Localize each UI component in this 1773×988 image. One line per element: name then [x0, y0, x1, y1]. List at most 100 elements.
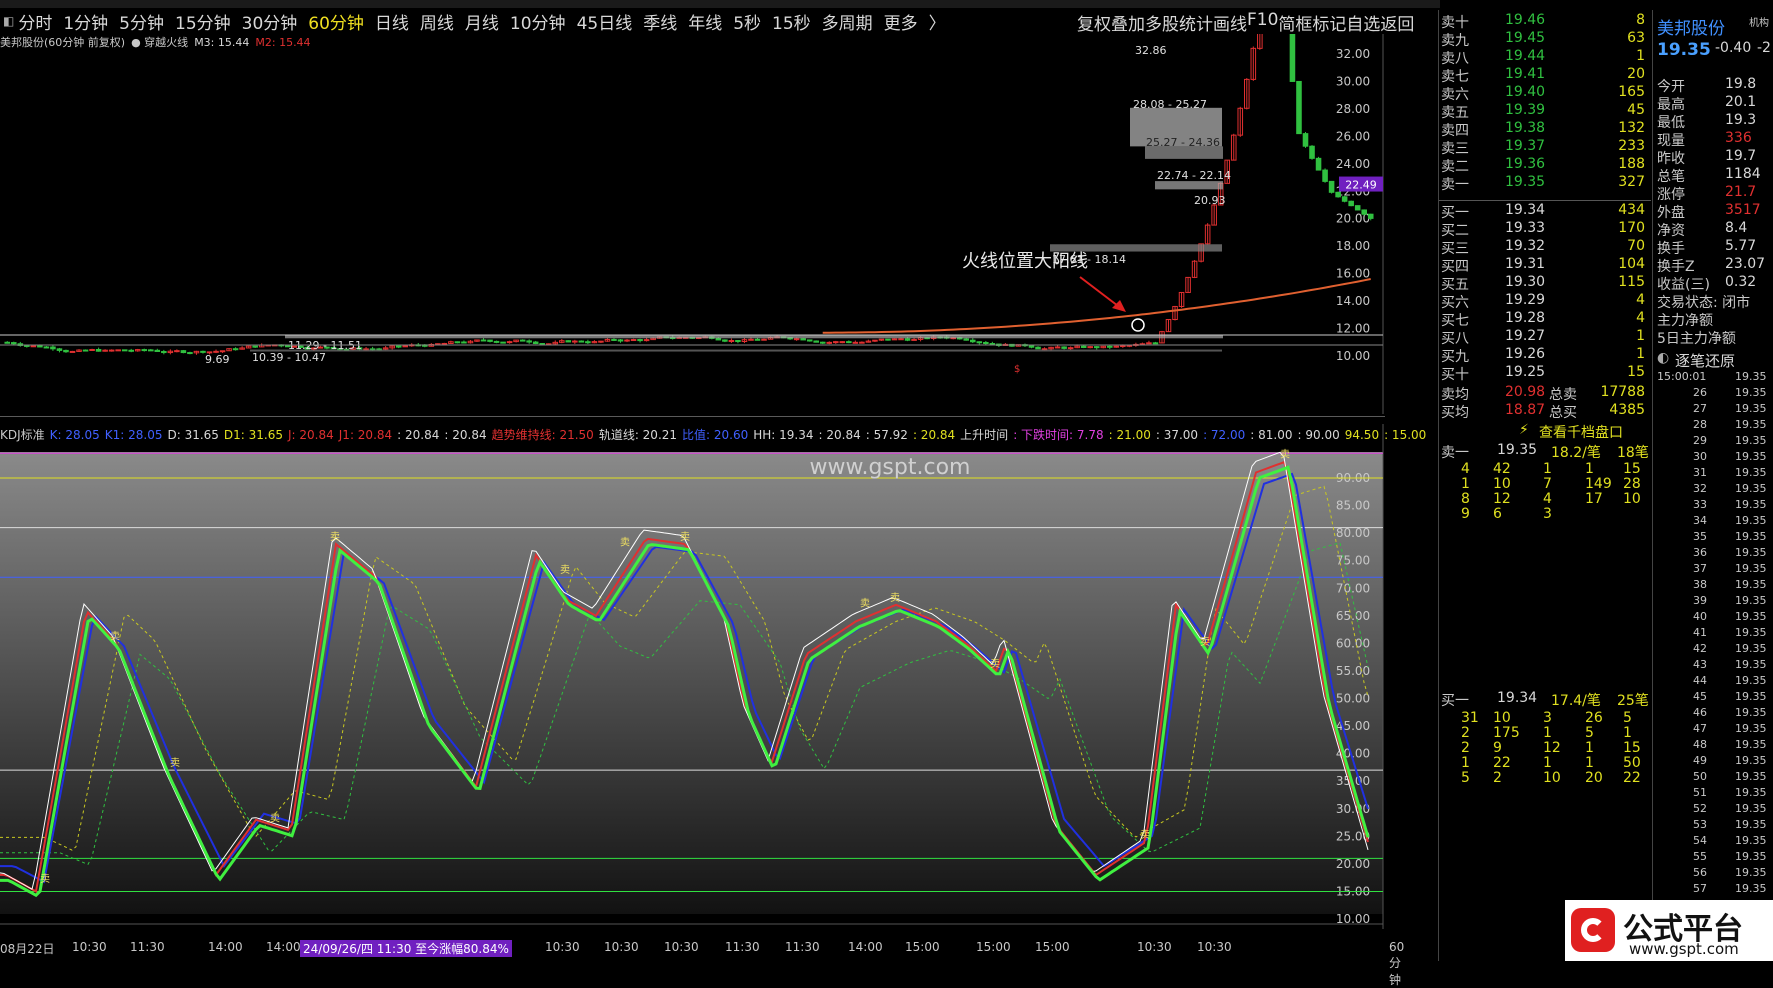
sell-marker: 卖: [40, 873, 50, 885]
candle-body: [963, 338, 970, 341]
buy1-head: 买一 19.34 17.4/笔 25笔: [1439, 690, 1651, 709]
time-label-13: 15:00: [976, 940, 1011, 954]
bid-row-1: 买二 19.33 170: [1439, 220, 1651, 239]
info-price-col-1: -0.40: [1715, 40, 1752, 56]
menu-item-7[interactable]: 周线: [420, 9, 454, 34]
gap-label-2: 25.27 - 24.36: [1146, 136, 1220, 149]
menu-item-2[interactable]: 5分钟: [119, 9, 164, 34]
menu-item-0[interactable]: 分时: [18, 9, 52, 34]
menu-item-14[interactable]: 15秒: [772, 9, 811, 34]
sell1-detail-0-col-4: 15: [1623, 461, 1641, 477]
menu-item-3[interactable]: 15分钟: [175, 9, 231, 34]
candle-body: [885, 338, 891, 341]
tick-row-29: 55 19.35: [1653, 850, 1773, 865]
buy1-detail-2-col-1: 9: [1493, 740, 1502, 756]
menu-item-5[interactable]: 60分钟: [308, 9, 364, 34]
ask-row-7-col-2: 233: [1618, 138, 1645, 154]
sell1-head-col-1: 19.35: [1497, 442, 1538, 458]
info-row-8-col-1: 8.4: [1725, 220, 1748, 236]
low-label: 9.69: [205, 353, 230, 366]
candlestick-chart[interactable]: 32.0030.0028.0026.0024.0022.0020.0018.00…: [0, 34, 1385, 414]
order-book-panel: 卖十 19.46 8 卖九 19.45 63 卖八 19.44 1 卖七 19.41 20 卖六 19.4…: [1438, 10, 1651, 961]
menu-item-10[interactable]: 45日线: [577, 9, 633, 34]
price-tick-label: 12.00: [1336, 322, 1370, 336]
menu-right-item-5[interactable]: F10: [1247, 10, 1278, 32]
bid-row-0-col-1: 19.34: [1505, 202, 1546, 218]
candle-body: [1028, 345, 1035, 348]
candle-body: [219, 350, 226, 353]
menu-right-item-6[interactable]: 简框: [1278, 10, 1312, 35]
menu-right-item-0[interactable]: 复权: [1077, 10, 1111, 35]
candle-body: [852, 341, 859, 344]
buy1-detail-3-col-4: 50: [1623, 755, 1641, 771]
candle-body: [1315, 157, 1322, 171]
tick-row-25: 51 19.35: [1653, 786, 1773, 801]
menu-right-item-2[interactable]: 多股: [1145, 10, 1179, 35]
buy1-detail-0-col-4: 5: [1623, 710, 1632, 726]
sell-marker: 卖: [890, 592, 900, 604]
info-row-6-col-0: 涨停: [1657, 187, 1685, 203]
candle-body: [493, 340, 500, 343]
menu-item-6[interactable]: 日线: [375, 9, 409, 34]
menu-right-item-9[interactable]: 返回: [1380, 10, 1414, 35]
menu-item-9[interactable]: 10分钟: [510, 9, 566, 34]
top-strip: [0, 0, 1440, 8]
menu-item-15[interactable]: 多周期: [822, 9, 873, 34]
menu-item-17[interactable]: 〉: [929, 9, 946, 34]
menu-right-item-3[interactable]: 统计: [1179, 10, 1213, 35]
tick-minute: 26: [1693, 386, 1707, 399]
buy1-detail-1-col-1: 175: [1493, 725, 1520, 741]
sell1-detail-0-col-0: 4: [1461, 461, 1470, 477]
menu-right-item-1[interactable]: 叠加: [1111, 10, 1145, 35]
bid-row-7: 买八 19.27 1: [1439, 328, 1651, 347]
menu-item-1[interactable]: 1分钟: [63, 9, 108, 34]
ask-row-5: 卖五 19.39 45: [1439, 102, 1651, 121]
tick-price: 19.35: [1735, 434, 1767, 447]
menu-right-item-8[interactable]: 自选: [1346, 10, 1380, 35]
ask-row-7-col-1: 19.37: [1505, 138, 1546, 154]
bid-row-4: 买五 19.30 115: [1439, 274, 1651, 293]
ask-row-0-col-2: 8: [1636, 12, 1645, 28]
candle-body: [154, 349, 161, 352]
buy1-head-col-1: 19.34: [1497, 690, 1538, 706]
candle-body: [69, 350, 76, 353]
kdj-indicator-chart[interactable]: 90.0085.0080.0075.0070.0065.0060.0055.00…: [0, 424, 1385, 929]
price-tick-label: 24.00: [1336, 157, 1370, 171]
time-label-2: 11:30: [130, 940, 165, 954]
menu-item-8[interactable]: 月线: [465, 9, 499, 34]
candle-body: [82, 349, 89, 352]
time-label-16: 10:30: [1197, 940, 1232, 954]
menu-item-13[interactable]: 5秒: [733, 9, 761, 34]
menu-item-4[interactable]: 30分钟: [242, 9, 298, 34]
kdj-tick-label: 20.00: [1336, 857, 1370, 871]
menu-item-16[interactable]: 更多: [884, 9, 918, 34]
sell1-detail-1-col-3: 149: [1585, 476, 1612, 492]
candle-body: [728, 339, 735, 342]
menu-item-12[interactable]: 年线: [688, 9, 722, 34]
tick-row-8: 34 19.35: [1653, 514, 1773, 529]
tick-minute: 38: [1693, 578, 1707, 591]
ask-row-2-col-1: 19.44: [1505, 48, 1546, 64]
time-label-8: 10:30: [664, 940, 699, 954]
avg-row-1-col-1: 18.87: [1505, 402, 1546, 418]
tick-first-col-1: 19.35: [1735, 370, 1767, 383]
info-main5-net: 5日主力净额: [1657, 328, 1773, 347]
ask-row-6-col-1: 19.38: [1505, 120, 1546, 136]
menu-item-11[interactable]: 季线: [643, 9, 677, 34]
info-row-4-col-0: 昨收: [1657, 151, 1685, 167]
bid-row-5: 买六 19.29 4: [1439, 292, 1651, 311]
candle-body: [161, 350, 167, 354]
bid-row-3: 买四 19.31 104: [1439, 256, 1651, 275]
sell1-detail-2-col-4: 10: [1623, 491, 1641, 507]
tick-minute: 42: [1693, 642, 1707, 655]
candle-body: [56, 348, 63, 351]
info-row-1: 最高 20.1: [1657, 94, 1773, 113]
menu-right-item-7[interactable]: 标记: [1312, 10, 1346, 35]
candle-body: [1348, 200, 1354, 207]
tick-price: 19.35: [1735, 674, 1767, 687]
kdj-tick-label: 55.00: [1336, 664, 1370, 678]
orderbook-link[interactable]: 查看千档盘口: [1539, 422, 1623, 442]
tick-minute: 41: [1693, 626, 1707, 639]
period-label: 60分钟: [1389, 940, 1405, 987]
menu-right-item-4[interactable]: 画线: [1213, 10, 1247, 35]
